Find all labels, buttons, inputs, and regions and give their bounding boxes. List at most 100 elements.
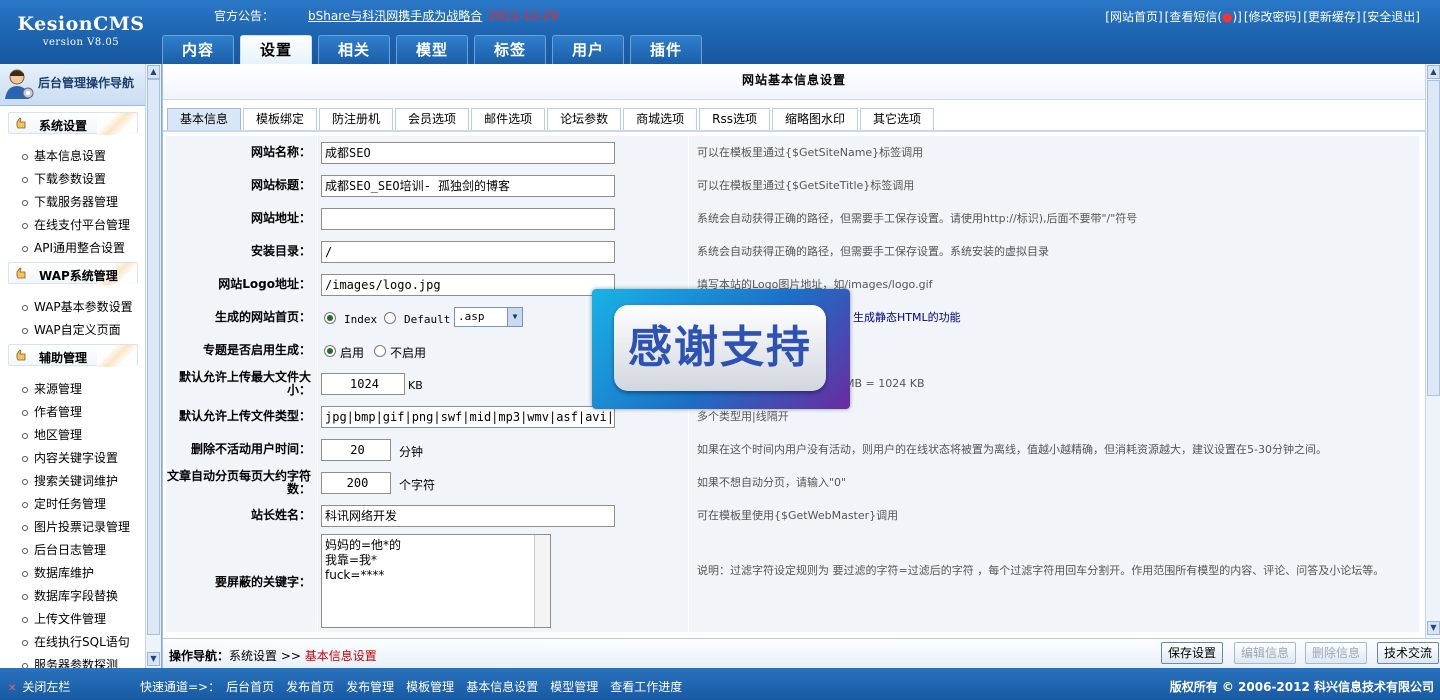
- textarea-scrollbar[interactable]: [534, 535, 550, 627]
- site-url-input[interactable]: [321, 208, 615, 230]
- edit-button[interactable]: 编辑信息: [1234, 642, 1297, 664]
- section-wap[interactable]: WAP系统管理: [8, 262, 138, 285]
- quick-basic-info[interactable]: 基本信息设置: [466, 680, 538, 694]
- webmaster-input[interactable]: 科讯网络开发: [321, 505, 615, 527]
- sidebar-item-image-votes[interactable]: 图片投票记录管理: [22, 518, 130, 535]
- inactive-time-input[interactable]: 20: [321, 439, 391, 461]
- topic-disable-radio[interactable]: [374, 345, 386, 357]
- top-links: [网站首页] [查看短信(●)] [修改密码] [更新缓存] [安全退出]: [1103, 8, 1420, 25]
- sidebar-item-keywords[interactable]: 内容关键字设置: [22, 449, 118, 466]
- subtab-member[interactable]: 会员选项: [395, 108, 470, 130]
- max-upload-input[interactable]: 1024: [321, 373, 405, 395]
- block-words-textarea[interactable]: 妈妈的=他*的 我靠=我* fuck=****: [321, 534, 551, 628]
- sidebar-item-server-probe[interactable]: 服务器参数探测: [22, 656, 118, 668]
- auto-page-input[interactable]: 200: [321, 472, 391, 494]
- section-system-settings[interactable]: 系统设置: [8, 112, 138, 135]
- change-password-link[interactable]: [修改密码]: [1244, 10, 1301, 24]
- breadcrumb-system[interactable]: 系统设置: [229, 649, 277, 663]
- subtab-divider: [163, 130, 1425, 132]
- homepage-default-radio[interactable]: [384, 312, 396, 324]
- sidebar-item-source[interactable]: 来源管理: [22, 380, 82, 397]
- field-control: 200 个字符: [318, 466, 688, 499]
- quick-template-manage[interactable]: 模板管理: [406, 680, 454, 694]
- quick-publish-home[interactable]: 发布首页: [286, 680, 334, 694]
- sidebar-item-api[interactable]: API通用整合设置: [22, 239, 125, 256]
- admin-avatar-icon: [5, 69, 34, 99]
- scroll-down-icon[interactable]: ▼: [1427, 621, 1440, 635]
- thanks-text: 感谢支持: [614, 305, 826, 391]
- homepage-ext-select[interactable]: .asp ▼: [454, 307, 523, 327]
- homepage-index-radio[interactable]: [324, 312, 336, 324]
- subtab-template[interactable]: 模板绑定: [243, 108, 318, 130]
- field-control: /: [318, 235, 688, 268]
- sidebar-item-wap-params[interactable]: WAP基本参数设置: [22, 298, 133, 315]
- sidebar-item-author[interactable]: 作者管理: [22, 403, 82, 420]
- support-button[interactable]: 技术交流: [1377, 642, 1440, 664]
- delete-button[interactable]: 删除信息: [1305, 642, 1368, 664]
- sidebar-item-payment[interactable]: 在线支付平台管理: [22, 216, 130, 233]
- content-scrollbar[interactable]: ▲ ▼: [1425, 64, 1440, 638]
- field-label: 文章自动分页每页大约字符数：: [166, 466, 317, 499]
- quick-admin-home[interactable]: 后台首页: [226, 680, 274, 694]
- subtab-anti-bot[interactable]: 防注册机: [319, 108, 394, 130]
- subtab-forum[interactable]: 论坛参数: [547, 108, 622, 130]
- sidebar-item-region[interactable]: 地区管理: [22, 426, 82, 443]
- sidebar-item-basic-info[interactable]: 基本信息设置: [22, 147, 106, 164]
- sidebar-item-uploads[interactable]: 上传文件管理: [22, 610, 106, 627]
- subtab-shop[interactable]: 商城选项: [623, 108, 698, 130]
- scroll-up-icon[interactable]: ▲: [1427, 65, 1440, 79]
- quick-progress[interactable]: 查看工作进度: [610, 680, 682, 694]
- subtab-watermark[interactable]: 缩略图水印: [771, 108, 858, 130]
- scroll-thumb[interactable]: [1427, 80, 1440, 396]
- field-control: 20 分钟: [318, 433, 688, 466]
- site-name-input[interactable]: 成都SEO: [321, 142, 615, 164]
- tab-models[interactable]: 模型: [396, 35, 468, 64]
- footer-bar: ✕ 关闭左栏 快速通道=>： 后台首页 发布首页 发布管理 模板管理 基本信息设置 模型管理查…: [0, 668, 1440, 700]
- tab-tags[interactable]: 标签: [474, 35, 546, 64]
- save-button[interactable]: 保存设置: [1161, 642, 1224, 664]
- quick-model-manage[interactable]: 模型管理: [550, 680, 598, 694]
- view-messages-link[interactable]: [查看短信(: [1165, 10, 1222, 24]
- sidebar-item-scheduled-tasks[interactable]: 定时任务管理: [22, 495, 106, 512]
- tab-users[interactable]: 用户: [552, 35, 624, 64]
- scroll-down-icon[interactable]: ▼: [147, 652, 160, 666]
- scroll-up-icon[interactable]: ▲: [147, 65, 160, 79]
- section-aux[interactable]: 辅助管理: [8, 344, 138, 367]
- tab-related[interactable]: 相关: [318, 35, 390, 64]
- subtab-basic[interactable]: 基本信息: [167, 108, 242, 130]
- sidebar-item-wap-pages[interactable]: WAP自定义页面: [22, 321, 121, 338]
- tab-settings[interactable]: 设置: [240, 35, 312, 64]
- sidebar-item-download-params[interactable]: 下载参数设置: [22, 170, 106, 187]
- subtab-rss[interactable]: Rss选项: [699, 108, 770, 130]
- view-messages-link-end[interactable]: )]: [1233, 10, 1242, 24]
- chevron-down-icon[interactable]: ▼: [507, 308, 522, 326]
- scroll-thumb[interactable]: [147, 79, 160, 635]
- sidebar-scrollbar[interactable]: ▲ ▼: [145, 64, 161, 668]
- refresh-cache-link[interactable]: [更新缓存]: [1303, 10, 1360, 24]
- subtab-other[interactable]: 其它选项: [859, 108, 934, 130]
- inactive-time-unit: 分钟: [399, 445, 424, 459]
- sidebar-item-sql[interactable]: 在线执行SQL语句: [22, 633, 130, 650]
- site-home-link[interactable]: [网站首页]: [1105, 10, 1162, 24]
- top-header: KesionCMS version V8.05 官方公告： bShare与科汛网携…: [0, 0, 1440, 64]
- close-sidebar-button[interactable]: ✕ 关闭左栏: [8, 678, 70, 695]
- subtab-mail[interactable]: 邮件选项: [471, 108, 546, 130]
- notice-link[interactable]: bShare与科汛网携手成为战略合: [308, 9, 482, 23]
- upload-types-input[interactable]: jpg|bmp|gif|png|swf|mid|mp3|wmv|asf|avi|…: [321, 406, 615, 428]
- logout-link[interactable]: [安全退出]: [1363, 10, 1420, 24]
- sidebar-item-download-servers[interactable]: 下载服务器管理: [22, 193, 118, 210]
- tab-plugins[interactable]: 插件: [630, 35, 702, 64]
- sidebar-item-db-maint[interactable]: 数据库维护: [22, 564, 94, 581]
- install-dir-input[interactable]: /: [321, 241, 615, 263]
- tab-content[interactable]: 内容: [162, 35, 234, 64]
- field-hint: 可以在模板里通过{$GetSiteTitle}标签调用: [689, 169, 1419, 202]
- quick-publish-manage[interactable]: 发布管理: [346, 680, 394, 694]
- row-block-words: 要屏蔽的关键字： 妈妈的=他*的 我靠=我* fuck=**** 说明：过滤字符…: [166, 532, 1419, 632]
- sidebar-item-db-replace[interactable]: 数据库字段替换: [22, 587, 118, 604]
- sidebar-item-logs[interactable]: 后台日志管理: [22, 541, 106, 558]
- sidebar-item-search-keywords[interactable]: 搜索关键词维护: [22, 472, 118, 489]
- topic-enable-radio[interactable]: [324, 345, 336, 357]
- close-sidebar-label: 关闭左栏: [22, 680, 71, 694]
- site-title-input[interactable]: 成都SEO_SEO培训- 孤独剑的博客: [321, 175, 615, 197]
- logo-url-input[interactable]: /images/logo.jpg: [321, 274, 615, 296]
